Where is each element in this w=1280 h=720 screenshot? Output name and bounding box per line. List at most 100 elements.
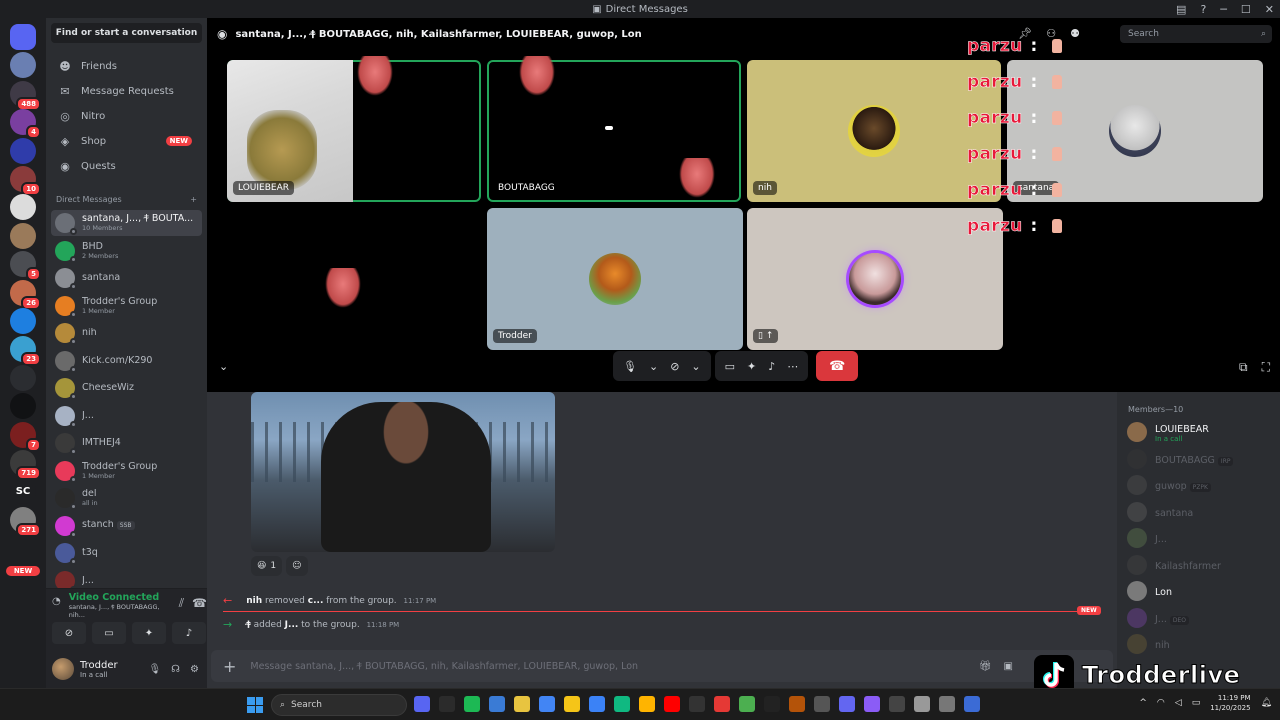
server-icon[interactable]: 23 <box>10 336 41 367</box>
server-icon[interactable] <box>10 24 36 50</box>
avatar[interactable] <box>52 658 74 680</box>
find-conversation-button[interactable]: Find or start a conversation <box>51 23 202 43</box>
taskbar-app-icon[interactable] <box>914 696 930 712</box>
msg-actor[interactable]: †̴ <box>246 620 251 630</box>
taskbar-app-icon[interactable] <box>439 696 455 712</box>
member-item[interactable]: BOUTABAGG IRP <box>1127 447 1277 471</box>
msg-target[interactable]: c... <box>308 596 324 606</box>
collapse-chevron-icon[interactable]: ⌄ <box>219 360 228 373</box>
dm-item[interactable]: BHD 2 Members <box>51 238 202 264</box>
taskbar-app-icon[interactable] <box>664 696 680 712</box>
gift-icon[interactable]: 🎁︎ <box>979 661 992 672</box>
dm-item[interactable]: J... <box>51 403 202 429</box>
member-item[interactable]: J... DEO <box>1127 606 1277 630</box>
taskbar-app-icon[interactable] <box>839 696 855 712</box>
taskbar-app-icon[interactable] <box>589 696 605 712</box>
wifi-icon[interactable]: ◠ <box>1157 698 1165 708</box>
taskbar-app-icon[interactable] <box>864 696 880 712</box>
inbox-icon[interactable]: ▤ <box>1176 3 1186 16</box>
notification-icon[interactable]: 🔔︎ <box>1261 698 1272 708</box>
search-input[interactable]: Search ⌕ <box>1120 25 1272 43</box>
server-icon[interactable]: 488 <box>10 80 41 111</box>
soundboard-icon[interactable]: ♪ <box>768 360 775 373</box>
member-item[interactable]: LOUIEBEAR In a call <box>1127 420 1277 444</box>
video-tile-louiebear[interactable]: LOUIEBEAR <box>227 60 481 202</box>
taskbar-app-icon[interactable] <box>939 696 955 712</box>
taskbar-app-icon[interactable] <box>514 696 530 712</box>
server-icon[interactable] <box>10 393 36 420</box>
taskbar-app-icon[interactable] <box>889 696 905 712</box>
member-item[interactable]: guwop PZPK <box>1127 473 1277 497</box>
taskbar-app-icon[interactable] <box>764 696 780 712</box>
server-icon[interactable] <box>10 308 36 334</box>
nav-nitro[interactable]: ◎ Nitro <box>51 105 202 127</box>
message-composer[interactable]: + Message santana, J..., †̴ BOUTABAGG, n… <box>211 650 1113 682</box>
taskbar-app-icon[interactable] <box>964 696 980 712</box>
taskbar-app-icon[interactable] <box>814 696 830 712</box>
dm-item[interactable]: IMTHEJ4 <box>51 430 202 456</box>
server-icon[interactable] <box>10 194 36 221</box>
member-item[interactable]: nih <box>1127 632 1277 656</box>
dm-item[interactable]: santana, J..., †̴ BOUTA... 10 Members <box>51 210 202 236</box>
screen-share-button[interactable]: ▭ <box>92 622 126 644</box>
fullscreen-icon[interactable]: ⛶ <box>1262 360 1270 375</box>
camera-off-icon[interactable]: ⊘ <box>670 360 679 373</box>
taskbar-app-icon[interactable] <box>464 696 480 712</box>
microphone-icon[interactable]: 🎙︎ <box>623 360 637 373</box>
camera-off-button[interactable]: ⊘ <box>52 622 86 644</box>
chevron-up-icon[interactable]: ^ <box>1139 698 1147 708</box>
taskbar-app-icon[interactable] <box>714 696 730 712</box>
dm-item[interactable]: Trodder's Group 1 Member <box>51 293 202 319</box>
dm-item[interactable]: t3q <box>51 540 202 566</box>
dm-item[interactable]: santana <box>51 265 202 291</box>
minimize-button[interactable]: ─ <box>1220 3 1227 16</box>
battery-icon[interactable]: ▭ <box>1192 698 1201 708</box>
dm-item[interactable]: Trodder's Group 1 Member <box>51 458 202 484</box>
screen-share-icon[interactable]: ▭ <box>725 360 735 373</box>
server-icon[interactable]: 4 <box>10 109 41 140</box>
nav-quests[interactable]: ◉ Quests <box>51 155 202 177</box>
server-icon[interactable] <box>10 222 36 249</box>
server-icon[interactable] <box>10 137 36 164</box>
hang-up-button[interactable]: ☎ <box>816 351 859 381</box>
more-icon[interactable]: ⋯ <box>787 360 798 373</box>
nav-friends[interactable]: ☻ Friends <box>51 55 202 77</box>
server-icon[interactable] <box>10 364 36 391</box>
member-item[interactable]: Lon <box>1127 579 1277 603</box>
taskbar-app-icon[interactable] <box>489 696 505 712</box>
activity-button[interactable]: ✦ <box>132 622 166 644</box>
msg-actor[interactable]: nih <box>246 596 262 606</box>
chevron-down-icon[interactable]: ⌄ <box>691 360 700 373</box>
reaction-laugh[interactable]: 😆 1 <box>251 556 283 576</box>
disconnect-icon[interactable]: ☎ <box>192 596 207 610</box>
dm-item[interactable]: nih <box>51 320 202 346</box>
taskbar-app-icon[interactable] <box>564 696 580 712</box>
dm-item[interactable]: Kick.com/K290 <box>51 348 202 374</box>
voice-channel[interactable]: santana, J..., †̴ BOUTABAGG, nih... <box>69 603 163 619</box>
server-icon[interactable]: 10 <box>10 166 41 196</box>
taskbar-app-icon[interactable] <box>739 696 755 712</box>
settings-gear-icon[interactable]: ⚙ <box>190 664 199 675</box>
server-icon[interactable]: 719 <box>10 450 41 480</box>
msg-target[interactable]: J... <box>285 620 299 630</box>
headphones-icon[interactable]: ☊ <box>171 664 180 675</box>
taskbar-app-icon[interactable] <box>789 696 805 712</box>
add-reaction-button[interactable]: ☺ <box>286 556 308 576</box>
taskbar-app-icon[interactable] <box>639 696 655 712</box>
video-tile-trodder[interactable]: Trodder <box>487 208 743 350</box>
volume-icon[interactable]: ◁ <box>1175 698 1182 708</box>
taskbar-app-icon[interactable] <box>614 696 630 712</box>
server-icon[interactable]: 7 <box>10 421 41 452</box>
server-icon[interactable]: 5 <box>10 251 41 282</box>
start-button[interactable] <box>247 697 263 713</box>
member-item[interactable]: Kailashfarmer <box>1127 553 1277 577</box>
help-icon[interactable]: ? <box>1200 3 1206 16</box>
server-icon[interactable]: 26 <box>10 279 41 310</box>
activity-icon[interactable]: ✦ <box>747 360 756 373</box>
noise-suppression-icon[interactable]: ⫽ <box>179 596 184 611</box>
taskbar-search[interactable]: ⌕ Search <box>271 694 407 716</box>
chevron-down-icon[interactable]: ⌄ <box>649 360 658 373</box>
soundboard-button[interactable]: ♪ <box>172 622 206 644</box>
dm-item[interactable]: del all in <box>51 485 202 511</box>
maximize-button[interactable]: ☐ <box>1241 3 1251 16</box>
